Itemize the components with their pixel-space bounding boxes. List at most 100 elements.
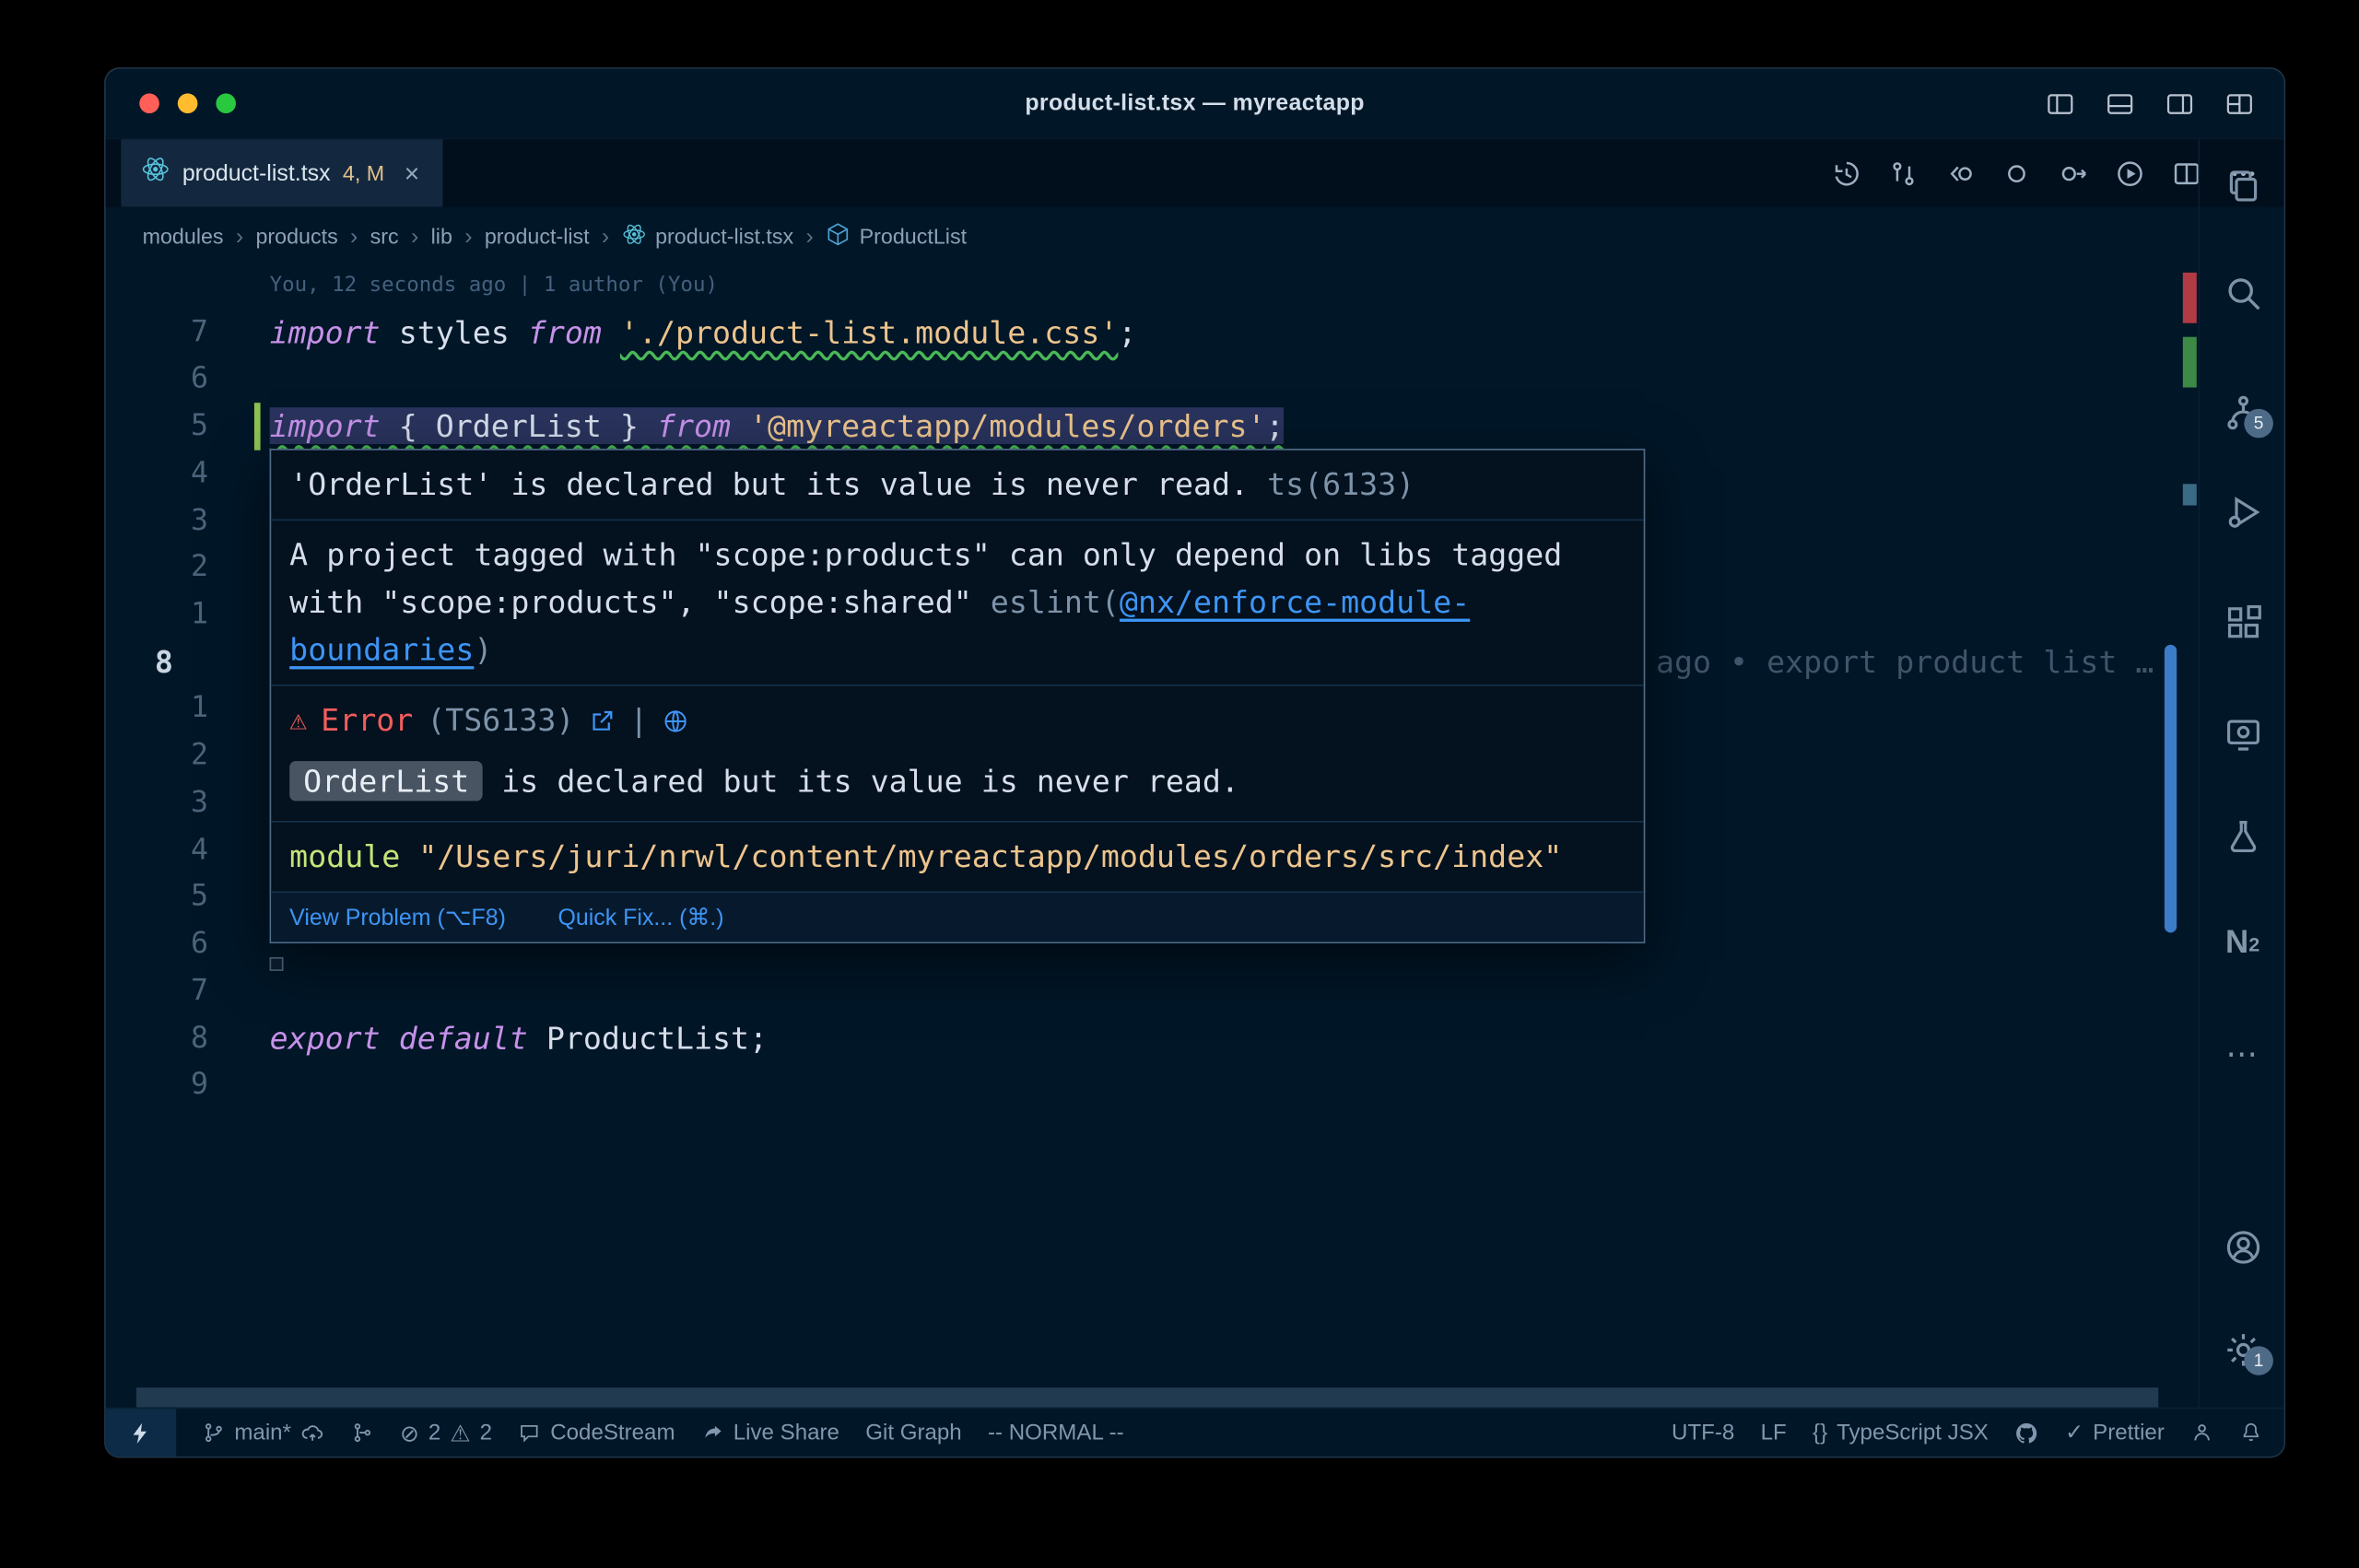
minimize-window-button[interactable] — [178, 93, 198, 113]
search-icon[interactable] — [2221, 271, 2264, 314]
breadcrumb-symbol-label: ProductList — [860, 224, 967, 249]
desktop: product-list.tsx — myreactapp product-li… — [0, 0, 2359, 1568]
globe-icon[interactable] — [662, 707, 689, 734]
titlebar: product-list.tsx — myreactapp — [106, 69, 2284, 139]
problems-item[interactable]: ⊘ 2 ⚠ 2 — [400, 1419, 492, 1446]
language-label: TypeScript JSX — [1837, 1421, 1989, 1445]
line-number[interactable]: 3 — [106, 779, 208, 826]
keyword: import — [270, 407, 381, 444]
line-number[interactable]: 2 — [106, 732, 208, 779]
vertical-scrollbar[interactable] — [2165, 645, 2177, 933]
compare-changes-icon[interactable] — [1887, 157, 1919, 189]
nx-console-icon[interactable]: N2 — [2221, 922, 2264, 965]
live-share-item[interactable]: Live Share — [701, 1421, 839, 1445]
prettier-item[interactable]: ✓ Prettier — [2065, 1421, 2165, 1445]
rule-prefix: eslint( — [991, 583, 1120, 620]
compare-branch-item[interactable] — [351, 1422, 374, 1445]
tab-product-list[interactable]: product-list.tsx 4, M × — [121, 139, 442, 206]
breadcrumb-item-src[interactable]: src — [370, 224, 399, 249]
line-number[interactable]: 7 — [106, 309, 208, 356]
chevron-right-icon: › — [411, 223, 418, 249]
breadcrumb-item-product-list[interactable]: product-list — [485, 224, 590, 249]
line-number[interactable]: 6 — [106, 920, 208, 967]
line-number[interactable]: 4 — [106, 451, 208, 497]
close-window-button[interactable] — [139, 93, 159, 113]
breadcrumb-item-symbol[interactable]: ProductList — [826, 221, 967, 251]
chevron-right-icon: › — [602, 223, 609, 249]
breadcrumb-item-file[interactable]: product-list.tsx — [622, 221, 794, 251]
hover-resize-grip[interactable] — [270, 957, 284, 971]
line-number[interactable]: 1 — [106, 685, 208, 732]
git-branch-item[interactable]: main* — [202, 1421, 324, 1445]
symbol-cube-icon — [826, 221, 851, 251]
feedback-person-icon[interactable] — [2190, 1422, 2213, 1445]
status-bar-left: main* ⊘ 2 ⚠ 2 CodeStream Live Share — [106, 1409, 1672, 1457]
code-line-import-styles[interactable]: import styles from './product-list.modul… — [270, 309, 1137, 356]
breadcrumb-item-products[interactable]: products — [255, 224, 337, 249]
line-number[interactable]: 5 — [106, 403, 208, 450]
close-tab-icon[interactable]: × — [405, 160, 420, 186]
gitlens-inline-blame: ago • export product list … — [1656, 638, 2165, 685]
separator: | — [629, 696, 648, 744]
code-line-export-default[interactable]: export default ProductList; — [270, 1015, 768, 1062]
customize-layout-icon[interactable] — [2223, 88, 2257, 119]
breadcrumb-item-modules[interactable]: modules — [143, 224, 224, 249]
line-number[interactable]: 1 — [106, 591, 208, 638]
git-change-indicator — [254, 404, 261, 451]
remote-indicator[interactable] — [106, 1409, 176, 1457]
vim-mode-indicator[interactable]: -- NORMAL -- — [988, 1421, 1124, 1445]
line-number[interactable]: 6 — [106, 356, 208, 403]
toggle-panel-icon[interactable] — [2103, 88, 2137, 119]
navigate-back-icon[interactable] — [1944, 157, 1977, 189]
breadcrumb-item-lib[interactable]: lib — [431, 224, 452, 249]
keyword: from — [657, 407, 731, 444]
encoding-item[interactable]: UTF-8 — [1672, 1421, 1734, 1445]
nx-letter: N — [2225, 925, 2248, 962]
code-editor[interactable]: 7 6 5 4 3 2 1 8 1 2 3 4 5 6 7 8 9 You, 1… — [106, 265, 2201, 1410]
quick-fix-action[interactable]: Quick Fix... (⌘.) — [557, 904, 723, 931]
branch-name: main* — [234, 1421, 291, 1445]
code-line-import-orderlist[interactable]: import { OrderList } from '@myreactapp/m… — [270, 404, 1285, 451]
tab-bar: product-list.tsx 4, M × — [106, 139, 2284, 206]
open-external-icon[interactable] — [588, 707, 616, 734]
gitlens-blame-annotation: You, 12 seconds ago | 1 author (You) — [270, 265, 718, 310]
chevron-right-icon: › — [350, 223, 358, 249]
remote-explorer-icon[interactable] — [2221, 712, 2264, 755]
braces-icon: {} — [1813, 1421, 1827, 1445]
extensions-icon[interactable] — [2221, 601, 2264, 644]
github-item[interactable] — [2014, 1421, 2039, 1445]
history-icon[interactable] — [1830, 157, 1862, 189]
accounts-icon[interactable] — [2221, 1225, 2264, 1269]
codestream-label: CodeStream — [550, 1421, 675, 1445]
error-label: Error — [321, 696, 413, 744]
language-mode-item[interactable]: {} TypeScript JSX — [1813, 1421, 1989, 1445]
run-and-debug-icon[interactable] — [2221, 490, 2264, 533]
line-number[interactable]: 4 — [106, 826, 208, 873]
explorer-icon[interactable] — [2221, 164, 2264, 207]
line-number[interactable]: 2 — [106, 544, 208, 591]
toggle-primary-sidebar-icon[interactable] — [2044, 88, 2078, 119]
line-number[interactable]: 8 — [106, 1014, 208, 1061]
additional-views-icon[interactable]: ⋯ — [2221, 1032, 2264, 1075]
line-number[interactable]: 3 — [106, 497, 208, 544]
identifier: ProductList; — [546, 1020, 768, 1057]
rule-suffix: ) — [474, 631, 492, 668]
notifications-bell-icon[interactable] — [2239, 1422, 2262, 1445]
eol-item[interactable]: LF — [1761, 1421, 1787, 1445]
line-number[interactable]: 7 — [106, 967, 208, 1014]
zoom-window-button[interactable] — [216, 93, 236, 113]
cloud-upload-icon — [300, 1421, 325, 1445]
testing-icon[interactable] — [2221, 814, 2264, 858]
current-line-number[interactable]: 8 — [106, 638, 208, 685]
view-problem-action[interactable]: View Problem (⌥F8) — [289, 904, 506, 931]
toggle-secondary-sidebar-icon[interactable] — [2163, 88, 2197, 119]
line-number[interactable]: 5 — [106, 873, 208, 920]
circle-arrow-icon[interactable] — [2058, 157, 2090, 189]
run-file-icon[interactable] — [2114, 157, 2146, 189]
horizontal-scrollbar[interactable] — [136, 1387, 2158, 1408]
outline-circle-icon[interactable] — [2001, 157, 2033, 189]
git-graph-item[interactable]: Git Graph — [865, 1421, 961, 1445]
codestream-item[interactable]: CodeStream — [518, 1421, 675, 1445]
keyword: import — [270, 313, 381, 350]
line-number[interactable]: 9 — [106, 1061, 208, 1108]
